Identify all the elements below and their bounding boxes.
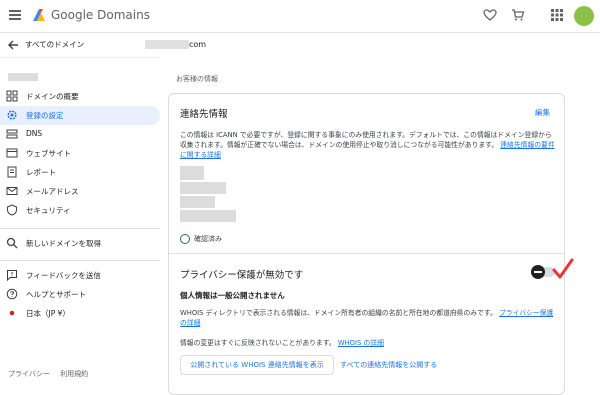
sidebar-item-label: ウェブサイト	[26, 149, 71, 158]
sidebar-divider	[0, 228, 160, 229]
sidebar-item-label: DNS	[26, 129, 43, 138]
apps-icon[interactable]	[550, 8, 564, 22]
shield-icon	[7, 204, 17, 216]
sidebar-item-email[interactable]: メールアドレス	[0, 182, 160, 201]
avatar[interactable]	[574, 6, 594, 26]
brand-name: Google Domains	[51, 8, 150, 22]
sidebar-item-overview[interactable]: ドメインの概要	[0, 87, 160, 106]
propagation-note: 情報の変更はすぐに反映されないことがあります。 WHOIS の詳細	[180, 339, 384, 347]
sidebar-item-label: 登録の設定	[26, 111, 64, 120]
menu-icon[interactable]	[9, 10, 21, 20]
sidebar-item-security[interactable]: セキュリティ	[0, 201, 160, 220]
show-whois-button[interactable]: 公開されている WHOIS 連絡先情報を表示	[180, 355, 334, 375]
sidebar-item-dns[interactable]: DNS	[0, 125, 160, 144]
verified-status: 確認済み	[180, 234, 222, 244]
domain-name-redacted	[145, 40, 189, 49]
overview-icon	[6, 90, 18, 102]
get-new-domain[interactable]: 新しいドメインを取得	[0, 234, 160, 253]
domain-suffix: com	[189, 40, 207, 49]
help-label: ヘルプとサポート	[26, 290, 86, 299]
feedback-icon	[7, 270, 17, 281]
japan-flag-icon	[9, 310, 15, 316]
back-label: すべてのドメイン	[25, 40, 85, 49]
contact-redacted	[180, 196, 215, 208]
contact-description: この情報は ICANN で必要ですが、登録に関する事象にのみ使用されます。デフォ…	[180, 131, 555, 159]
check-circle-icon	[180, 234, 190, 244]
privacy-description: WHOIS ディレクトリで表示される情報は、ドメイン所有者の組織の名前と所在地の…	[180, 309, 554, 327]
privacy-note: 個人情報は一般公開されません	[180, 291, 285, 300]
locale-label: 日本（JP ¥）	[26, 309, 70, 318]
back-to-all-domains[interactable]: すべてのドメイン	[0, 33, 160, 58]
sidebar-item-label: ドメインの概要	[26, 92, 79, 101]
edit-link[interactable]: 編集	[535, 107, 550, 118]
google-domains-logo	[33, 9, 45, 21]
sidebar-footer: プライバシー 利用規約	[8, 369, 96, 379]
sidebar-item-report[interactable]: レポート	[0, 163, 160, 182]
card-divider	[169, 253, 564, 254]
send-feedback-label: フィードバックを送信	[26, 271, 101, 280]
toggle-knob	[531, 265, 545, 279]
sidebar-item-label: メールアドレス	[26, 187, 79, 196]
mail-icon	[6, 187, 18, 195]
get-new-domain-label: 新しいドメインを取得	[26, 239, 101, 248]
sidebar-item-label: セキュリティ	[26, 206, 71, 215]
contact-redacted	[180, 182, 226, 194]
gear-icon	[7, 110, 17, 120]
sidebar-item-website[interactable]: ウェブサイト	[0, 144, 160, 163]
search-icon	[6, 237, 18, 249]
heart-icon[interactable]	[483, 8, 497, 22]
contact-redacted	[180, 210, 236, 222]
whois-details-link[interactable]: WHOIS の詳細	[338, 339, 384, 347]
privacy-link[interactable]: プライバシー	[8, 370, 50, 378]
website-icon	[6, 148, 18, 158]
red-checkmark-annotation	[552, 258, 574, 279]
contact-info-card: 連絡先情報 編集 この情報は ICANN で必要ですが、登録に関する事象にのみ使…	[168, 93, 565, 395]
arrow-back-icon	[8, 40, 18, 50]
send-feedback[interactable]: フィードバックを送信	[0, 266, 160, 285]
sidebar-item-label: レポート	[26, 168, 56, 177]
privacy-title: プライバシー保護が無効です	[180, 270, 304, 281]
sidebar-item-registration-settings[interactable]: 登録の設定	[0, 106, 160, 125]
terms-link[interactable]: 利用規約	[60, 370, 88, 378]
publish-all-contact-button[interactable]: すべての連絡先情報を公開する	[340, 360, 437, 370]
locale-selector[interactable]: 日本（JP ¥）	[0, 304, 160, 323]
help-icon	[6, 288, 18, 300]
sidebar-divider	[0, 260, 160, 261]
top-app-bar: Google Domains	[0, 0, 600, 33]
sidebar: すべてのドメイン ドメインの概要 登録の設定 DNS ウェブサイト レポート メ…	[0, 33, 160, 385]
section-label: お客様の情報	[176, 75, 218, 83]
report-icon	[7, 166, 17, 178]
cart-icon[interactable]	[511, 8, 525, 22]
contact-card-title: 連絡先情報	[180, 109, 228, 120]
domain-name-redacted	[8, 73, 38, 81]
help-and-support[interactable]: ヘルプとサポート	[0, 285, 160, 304]
contact-redacted	[180, 166, 204, 180]
dns-icon	[6, 129, 18, 139]
